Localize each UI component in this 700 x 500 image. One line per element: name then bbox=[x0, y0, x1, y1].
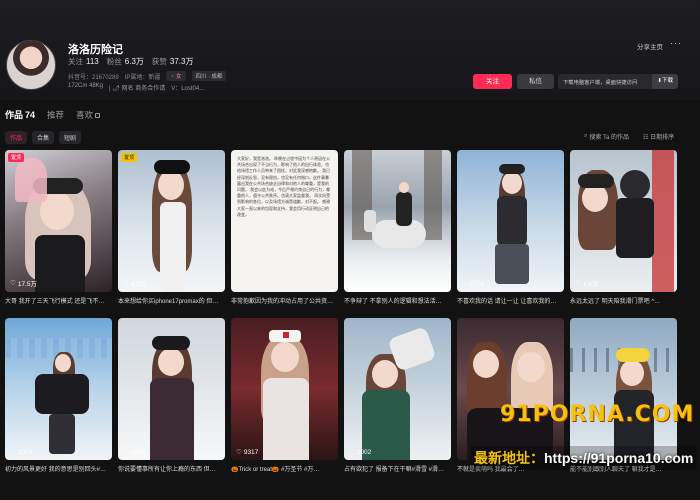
video-card[interactable]: 大家好，我是洛洛。 昨晚在过程中因为个人原因在公共场合出现了不当行为，影响了他人… bbox=[231, 150, 338, 312]
avatar[interactable] bbox=[6, 40, 56, 90]
video-caption[interactable]: 🎃Trick or treat🎃 #万圣节 #万… bbox=[231, 464, 338, 473]
heart-icon: ♡ bbox=[349, 449, 355, 456]
video-card[interactable]: 置顶 ♡ 17.5万 大哥 我开了三天飞行模式 还是飞不… bbox=[5, 150, 112, 312]
desktop-client-banner[interactable]: 下载电脑客户端，桌面快捷访问 ⬇下载 bbox=[558, 74, 678, 89]
video-thumbnail[interactable]: ♡ 3002 bbox=[344, 150, 451, 292]
profile-meta: 抖音号：21670289 IP属地：新疆 ♀ 女 四川 · 成都 bbox=[68, 71, 227, 81]
like-count: ♡ 5756 bbox=[462, 280, 485, 289]
video-caption[interactable]: 初力的风景更好 我的意思是别回头#… bbox=[5, 464, 112, 473]
video-thumbnail[interactable]: ♡ 5756 bbox=[457, 150, 564, 292]
follow-button[interactable]: 关注 bbox=[473, 74, 512, 89]
video-card[interactable]: ♡ 3002 不争辩了 不拿别人的逻辑和想法活… bbox=[344, 150, 451, 312]
lock-icon bbox=[95, 113, 101, 118]
ip-location: IP属地：新疆 bbox=[124, 74, 161, 81]
video-caption[interactable]: 大哥 我开了三天飞行模式 还是飞不… bbox=[5, 296, 112, 305]
video-card[interactable]: ♡ 2002 占有欲犯了 报备下在干嘛#滑雪 #滑… bbox=[344, 318, 451, 480]
video-caption[interactable]: 能不能别跟别人聊天了 嘛我才是… bbox=[570, 464, 677, 473]
apology-note-text: 大家好，我是洛洛。 昨晚在过程中因为个人原因在公共场合出现了不当行为，影响了他人… bbox=[237, 156, 331, 217]
share-profile-button[interactable]: 分享主页 bbox=[637, 41, 663, 51]
video-thumbnail[interactable]: ♡ 9317 bbox=[231, 318, 338, 460]
video-thumbnail[interactable]: ♡ 2002 bbox=[344, 318, 451, 460]
bio-coop: | 🌶 网名 商务合作请 bbox=[109, 86, 166, 92]
client-download-button[interactable]: ⬇下载 bbox=[652, 74, 678, 89]
heart-icon: ♡ bbox=[123, 449, 129, 456]
location-tag: 四川 · 成都 bbox=[191, 71, 227, 81]
video-caption[interactable]: 不就是卖萌吗 我最会了… bbox=[457, 464, 564, 473]
profile-tabs: 作品 74 推荐 喜欢 bbox=[5, 108, 101, 121]
pinned-badge: 置顶 bbox=[121, 153, 138, 162]
tab-recommend[interactable]: 推荐 bbox=[47, 109, 64, 121]
video-caption[interactable]: 不喜欢我的话 请让一让 让喜欢我的… bbox=[457, 296, 564, 305]
video-caption[interactable]: 占有欲犯了 报备下在干嘛#滑雪 #滑… bbox=[344, 464, 451, 473]
video-thumbnail[interactable]: 置顶 ♡ 4.0万 bbox=[118, 150, 225, 292]
like-count: ♡ 3002 bbox=[349, 280, 372, 289]
video-thumbnail[interactable]: ♡ 1.6万 bbox=[570, 150, 677, 292]
video-thumbnail[interactable]: 大家好，我是洛洛。 昨晚在过程中因为个人原因在公共场合出现了不当行为，影响了他人… bbox=[231, 150, 338, 292]
filter-chips: 作品 合集 短剧 bbox=[5, 131, 82, 144]
video-card[interactable]: 置顶 ♡ 4.0万 本来想给你买iphone17promax的 但… bbox=[118, 150, 225, 312]
like-count: ♡ 17.5万 bbox=[10, 280, 37, 288]
video-card[interactable]: ♡ 5756 不喜欢我的话 请让一让 让喜欢我的… bbox=[457, 150, 564, 312]
like-count: ♡ 1.6万 bbox=[575, 280, 599, 288]
more-icon[interactable]: ··· bbox=[670, 38, 682, 48]
video-caption[interactable]: 本来想给你买iphone17promax的 但… bbox=[118, 296, 225, 305]
heart-icon: ♡ bbox=[236, 449, 242, 456]
chip-collections[interactable]: 合集 bbox=[32, 131, 55, 144]
video-grid: 置顶 ♡ 17.5万 大哥 我开了三天飞行模式 还是飞不… 置顶 ♡ 4.0万 本来… bbox=[5, 150, 677, 480]
heart-icon: ♡ bbox=[10, 449, 16, 456]
video-caption[interactable]: 非常抱歉因为我的冲动占用了公共资… bbox=[231, 296, 338, 305]
like-count: ♡ 9317 bbox=[236, 448, 259, 457]
profile-stats: 关注 113 粉丝 6.3万 获赞 37.3万 bbox=[68, 56, 193, 67]
video-thumbnail[interactable]: ♡ 2074 bbox=[5, 318, 112, 460]
video-card[interactable]: ♡ 2074 初力的风景更好 我的意思是别回头#… bbox=[5, 318, 112, 480]
video-thumbnail[interactable]: ♡ 1295 bbox=[118, 318, 225, 460]
stat-likes: 获赞 37.3万 bbox=[151, 57, 194, 66]
video-card[interactable]: ♡ 1.6万 永远太远了 明天陪我滑门票吧 ^… bbox=[570, 150, 677, 312]
video-card[interactable]: ♡ 不就是卖萌吗 我最会了… bbox=[457, 318, 564, 480]
video-thumbnail[interactable]: ♡ bbox=[457, 318, 564, 460]
profile-header: 洛洛历险记 关注 113 粉丝 6.3万 获赞 37.3万 抖音号：21670289 … bbox=[0, 0, 700, 100]
video-card[interactable]: ♡ 能不能别跟别人聊天了 嘛我才是… bbox=[570, 318, 677, 480]
like-count: ♡ 2074 bbox=[10, 448, 33, 457]
like-count: ♡ 1295 bbox=[123, 448, 146, 457]
profile-name: 洛洛历险记 bbox=[68, 44, 123, 56]
pinned-badge: 置顶 bbox=[8, 153, 25, 162]
video-thumbnail[interactable]: 置顶 ♡ 17.5万 bbox=[5, 150, 112, 292]
video-caption[interactable]: 永远太远了 明天陪我滑门票吧 ^… bbox=[570, 296, 677, 305]
sort-dropdown[interactable]: ☷ 日期排序 bbox=[643, 132, 674, 141]
heart-icon: ♡ bbox=[462, 281, 468, 288]
video-card[interactable]: ♡ 9317 🎃Trick or treat🎃 #万圣节 #万… bbox=[231, 318, 338, 480]
video-thumbnail[interactable]: ♡ bbox=[570, 318, 677, 460]
profile-bio: 172Cm 48Kg | 🌶 网名 商务合作请 V：Lost04... bbox=[68, 83, 205, 92]
like-count: ♡ 4.0万 bbox=[123, 280, 147, 288]
calendar-icon: ☷ bbox=[643, 135, 649, 141]
heart-icon: ♡ bbox=[349, 281, 355, 288]
message-button[interactable]: 私信 bbox=[517, 74, 554, 89]
heart-icon: ♡ bbox=[575, 280, 581, 287]
client-banner-text: 下载电脑客户端，桌面快捷访问 bbox=[563, 79, 638, 86]
heart-icon: ♡ bbox=[123, 280, 129, 287]
douyin-id: 抖音号：21670289 bbox=[68, 74, 119, 81]
heart-icon: ♡ bbox=[10, 280, 16, 287]
like-count: ♡ 2002 bbox=[349, 448, 372, 457]
stat-following[interactable]: 关注 113 bbox=[68, 56, 99, 67]
gender-tag: ♀ 女 bbox=[166, 71, 186, 81]
tab-likes[interactable]: 喜欢 bbox=[76, 109, 101, 121]
tab-works[interactable]: 作品 74 bbox=[5, 108, 35, 121]
search-works[interactable]: ⌕ 搜索 Ta 的作品 bbox=[584, 132, 629, 141]
chip-short-drama[interactable]: 短剧 bbox=[59, 131, 82, 144]
bio-expand[interactable]: V：Lost04... bbox=[171, 83, 204, 92]
video-caption[interactable]: 你说要懂事所有让你上瘾的东西 但… bbox=[118, 464, 225, 473]
stat-followers[interactable]: 粉丝 6.3万 bbox=[107, 56, 144, 67]
video-card[interactable]: ♡ 1295 你说要懂事所有让你上瘾的东西 但… bbox=[118, 318, 225, 480]
chip-works[interactable]: 作品 bbox=[5, 131, 28, 144]
search-icon: ⌕ bbox=[584, 133, 588, 139]
video-caption[interactable]: 不争辩了 不拿别人的逻辑和想法活… bbox=[344, 296, 451, 305]
